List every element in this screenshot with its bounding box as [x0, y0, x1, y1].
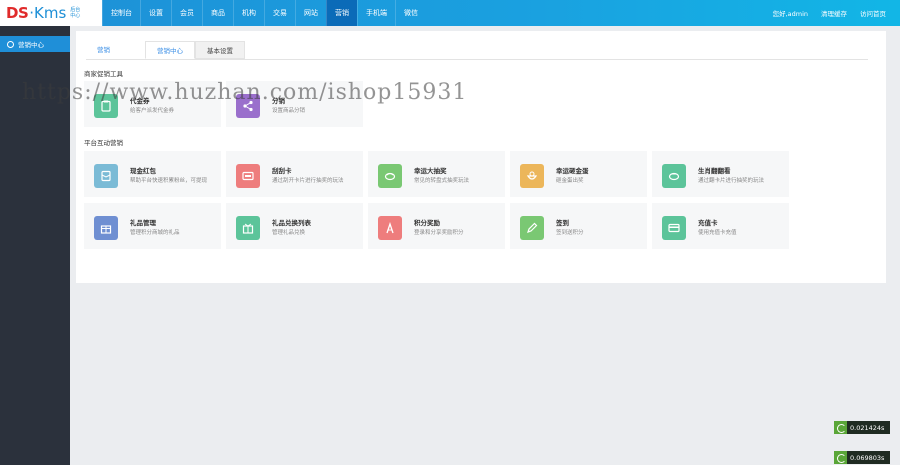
card-lucky-draw[interactable]: 幸运大抽奖 常见的转盘式抽奖玩法	[368, 151, 505, 197]
card-points-reward[interactable]: 积分奖励 登录和分享奖励积分	[368, 203, 505, 249]
card-name: 刮刮卡	[272, 167, 292, 175]
card-desc: 帮助平台快速积累粉丝，可提现	[130, 178, 208, 184]
recharge-card-icon	[662, 216, 686, 240]
red-packet-icon	[94, 164, 118, 188]
card-name: 签到	[556, 219, 569, 227]
card-recharge-card[interactable]: 充值卡 使用充值卡充值	[652, 203, 789, 249]
card-desc: 通过翻卡片进行抽奖的玩法	[698, 178, 765, 184]
timer-value: 0.021424s	[850, 423, 885, 432]
card-desc: 常见的转盘式抽奖玩法	[414, 178, 470, 184]
clear-cache-link[interactable]: 清理缓存	[821, 8, 847, 18]
card-name: 现金红包	[130, 167, 156, 175]
timer-icon	[834, 421, 847, 434]
watermark-text: https://www.huzhan.com/ishop15931	[22, 80, 468, 105]
nav-item-institutions[interactable]: 机构	[233, 0, 264, 26]
sidebar-item-label: 营销中心	[18, 41, 44, 49]
top-right-links: 您好,admin 清理缓存 访问首页	[773, 0, 886, 26]
card-name: 积分奖励	[414, 219, 440, 227]
card-sign-in[interactable]: 签到 签到送积分	[510, 203, 647, 249]
card-desc: 通过刮开卡片进行抽奖的玩法	[272, 178, 344, 184]
timer-badge: 0.021424s	[834, 421, 890, 434]
card-golden-egg[interactable]: 幸运砸金蛋 砸金蛋出奖	[510, 151, 647, 197]
card-name: 生肖翻翻看	[698, 167, 731, 175]
main-nav: 控制台 设置 会员 商品 机构 交易 网站 营销 手机端 微信	[102, 0, 426, 26]
nav-item-dashboard[interactable]: 控制台	[102, 0, 140, 26]
wheel-icon	[378, 164, 402, 188]
card-name: 幸运砸金蛋	[556, 167, 589, 175]
card-gift-management[interactable]: 礼品管理 管理积分商城的礼品	[84, 203, 221, 249]
pencil-icon	[520, 216, 544, 240]
card-icon	[236, 164, 260, 188]
section-title-merchant: 商家促销工具	[84, 70, 123, 78]
gear-icon	[7, 40, 14, 48]
card-name: 幸运大抽奖	[414, 167, 447, 175]
card-scratch-card[interactable]: 刮刮卡 通过刮开卡片进行抽奖的玩法	[226, 151, 363, 197]
nav-item-products[interactable]: 商品	[202, 0, 233, 26]
visit-home-link[interactable]: 访问首页	[860, 8, 886, 18]
card-name: 礼品管理	[130, 219, 156, 227]
nav-item-website[interactable]: 网站	[295, 0, 326, 26]
sidebar-item-marketing-center[interactable]: 营销中心	[0, 36, 70, 52]
tab-bar: 营销 营销中心 基本设置	[86, 41, 245, 59]
card-zodiac-flip[interactable]: 生肖翻翻看 通过翻卡片进行抽奖的玩法	[652, 151, 789, 197]
logo-ds: DS	[6, 4, 29, 22]
card-desc: 管理礼品兑换	[272, 230, 306, 236]
card-gift-exchange-list[interactable]: 礼品兑换列表 管理礼品兑换	[226, 203, 363, 249]
tab-basic-settings[interactable]: 基本设置	[195, 41, 245, 59]
nav-item-trade[interactable]: 交易	[264, 0, 295, 26]
logo[interactable]: DS ·Kms 后台中心	[0, 0, 102, 26]
gift-list-icon	[236, 216, 260, 240]
card-desc: 登录和分享奖励积分	[414, 230, 464, 236]
timer-badge: 0.069803s	[834, 451, 890, 464]
card-desc: 给客户派发代金券	[130, 108, 175, 114]
logo-subtitle: 后台中心	[70, 7, 81, 19]
timer-value: 0.069803s	[850, 453, 885, 462]
logo-kms: ·Kms	[29, 4, 67, 22]
user-greeting[interactable]: 您好,admin	[773, 8, 808, 18]
card-cash-red-packet[interactable]: 现金红包 帮助平台快速积累粉丝，可提现	[84, 151, 221, 197]
card-desc: 设置商品分销	[272, 108, 306, 114]
card-name: 充值卡	[698, 219, 718, 227]
timer-icon	[834, 451, 847, 464]
top-bar: DS ·Kms 后台中心 控制台 设置 会员 商品 机构 交易 网站 营销 手机…	[0, 0, 900, 26]
gift-icon	[94, 216, 118, 240]
section-title-platform: 平台互动营销	[84, 139, 123, 147]
nav-item-wechat[interactable]: 微信	[395, 0, 426, 26]
card-desc: 砸金蛋出奖	[556, 178, 584, 184]
egg-icon	[520, 164, 544, 188]
card-desc: 签到送积分	[556, 230, 584, 236]
nav-item-marketing[interactable]: 营销	[326, 0, 357, 26]
points-icon	[378, 216, 402, 240]
nav-item-mobile[interactable]: 手机端	[357, 0, 395, 26]
nav-item-members[interactable]: 会员	[171, 0, 202, 26]
tab-divider	[86, 59, 868, 60]
main-panel: 营销 营销中心 基本设置 商家促销工具 代金券 给客户派发代金券 分销 设置商品…	[76, 31, 886, 283]
card-desc: 使用充值卡充值	[698, 230, 737, 236]
nav-item-settings[interactable]: 设置	[140, 0, 171, 26]
card-desc: 管理积分商城的礼品	[130, 230, 180, 236]
tab-marketing[interactable]: 营销	[86, 41, 121, 59]
tab-marketing-center[interactable]: 营销中心	[145, 41, 195, 59]
flip-icon	[662, 164, 686, 188]
card-name: 礼品兑换列表	[272, 219, 311, 227]
